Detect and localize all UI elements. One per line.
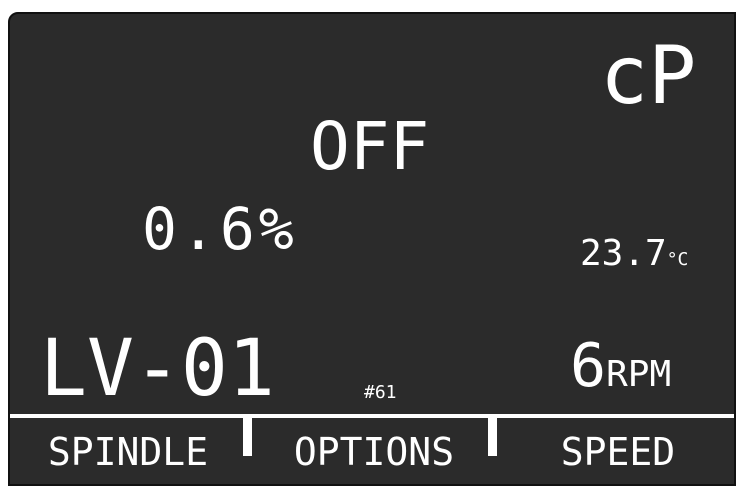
- viscometer-display: cP OFF 0.6% 23.7°C LV-01 #61 6RPM SPINDL…: [8, 12, 736, 486]
- spindle-number: #61: [364, 382, 397, 403]
- torque-value: 0.6: [142, 195, 259, 263]
- torque-unit: %: [258, 195, 298, 263]
- speed-value: 6: [570, 331, 607, 401]
- softkey-divider: [10, 414, 734, 418]
- speed-softkey[interactable]: SPEED: [500, 420, 734, 484]
- torque-readout: 0.6%: [142, 200, 298, 258]
- speed-readout: 6RPM: [570, 336, 671, 396]
- viscosity-units-label: cP: [600, 29, 697, 122]
- temperature-value: 23.7: [580, 233, 667, 274]
- speed-unit: RPM: [606, 354, 672, 395]
- spindle-softkey[interactable]: SPINDLE: [10, 420, 246, 484]
- motor-state: OFF: [310, 108, 430, 185]
- temperature-readout: 23.7°C: [580, 236, 688, 272]
- spindle-model: LV-01: [40, 324, 275, 414]
- temperature-unit: °C: [666, 249, 689, 270]
- options-softkey[interactable]: OPTIONS: [256, 420, 492, 484]
